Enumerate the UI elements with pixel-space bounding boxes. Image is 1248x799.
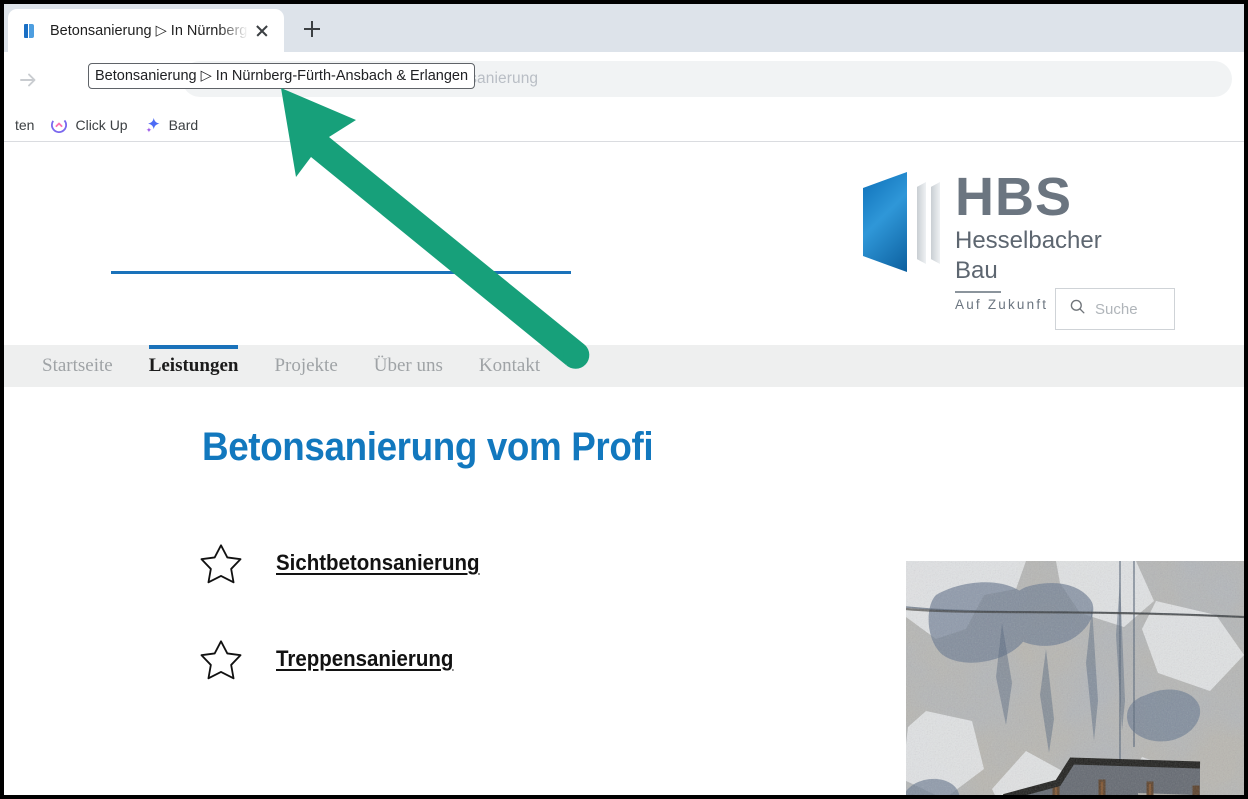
service-link-treppensanierung[interactable]: Treppensanierung bbox=[276, 646, 453, 672]
logo-divider bbox=[955, 291, 1001, 293]
close-icon[interactable] bbox=[250, 19, 274, 43]
browser-tab-active[interactable]: Betonsanierung ▷ In Nürnberg bbox=[8, 9, 284, 52]
browser-window: Betonsanierung ▷ In Nürnberg /betonsanie… bbox=[4, 4, 1244, 795]
search-input[interactable]: Suche bbox=[1055, 288, 1175, 330]
site-navigation: Startseite Leistungen Projekte Über uns … bbox=[4, 345, 1244, 387]
star-icon bbox=[198, 636, 244, 682]
tab-title: Betonsanierung ▷ In Nürnberg bbox=[50, 22, 248, 39]
header-divider-line bbox=[111, 271, 571, 274]
bookmark-item-clickup[interactable]: Click Up bbox=[50, 116, 128, 134]
site-logo[interactable]: HBS Hesselbacher Bau Auf Zukunft bauen bbox=[859, 167, 1115, 312]
screenshot-frame: Betonsanierung ▷ In Nürnberg /betonsanie… bbox=[0, 0, 1248, 799]
nav-item-ueber-uns[interactable]: Über uns bbox=[356, 345, 461, 387]
service-list: Sichtbetonsanierung Treppensanierung bbox=[198, 515, 495, 707]
nav-item-startseite[interactable]: Startseite bbox=[24, 345, 131, 387]
list-item[interactable]: Sichtbetonsanierung bbox=[198, 515, 495, 611]
star-icon bbox=[198, 540, 244, 586]
forward-arrow-icon[interactable] bbox=[10, 62, 46, 98]
clickup-icon bbox=[50, 116, 68, 134]
nav-item-projekte[interactable]: Projekte bbox=[256, 345, 355, 387]
site-favicon bbox=[22, 23, 38, 39]
web-page: HBS Hesselbacher Bau Auf Zukunft bauen S… bbox=[4, 142, 1244, 795]
nav-item-leistungen[interactable]: Leistungen bbox=[131, 345, 257, 387]
list-item[interactable]: Treppensanierung bbox=[198, 611, 495, 707]
bard-sparkle-icon bbox=[144, 116, 162, 134]
bookmark-label: Click Up bbox=[75, 117, 128, 133]
concrete-damage-photo bbox=[906, 561, 1244, 795]
nav-item-kontakt[interactable]: Kontakt bbox=[461, 345, 558, 387]
bookmark-item-ten[interactable]: ten bbox=[4, 116, 34, 134]
bookmark-item-bard[interactable]: Bard bbox=[144, 116, 199, 134]
tab-hover-tooltip: Betonsanierung ▷ In Nürnberg-Fürth-Ansba… bbox=[88, 63, 476, 89]
logo-company-name: Hesselbacher Bau bbox=[955, 227, 1102, 284]
bookmark-label: ten bbox=[15, 117, 35, 133]
new-tab-button[interactable] bbox=[298, 15, 326, 43]
page-title: Betonsanierung vom Profi bbox=[202, 425, 654, 469]
site-header: HBS Hesselbacher Bau Auf Zukunft bauen S… bbox=[4, 142, 1244, 345]
bookmark-folder-icon bbox=[4, 116, 8, 134]
search-icon bbox=[1068, 297, 1087, 321]
logo-initials: HBS bbox=[955, 167, 1073, 227]
hbs-logo-mark-icon bbox=[859, 168, 955, 274]
bookmarks-bar: ten Click Up Bard bbox=[4, 109, 1244, 142]
page-main-content: Betonsanierung vom Profi Sichtbetonsanie… bbox=[4, 387, 1244, 795]
tab-strip: Betonsanierung ▷ In Nürnberg bbox=[4, 4, 1244, 52]
bookmark-label: Bard bbox=[168, 117, 199, 133]
search-placeholder: Suche bbox=[1095, 300, 1138, 318]
service-link-sichtbetonsanierung[interactable]: Sichtbetonsanierung bbox=[276, 550, 479, 576]
